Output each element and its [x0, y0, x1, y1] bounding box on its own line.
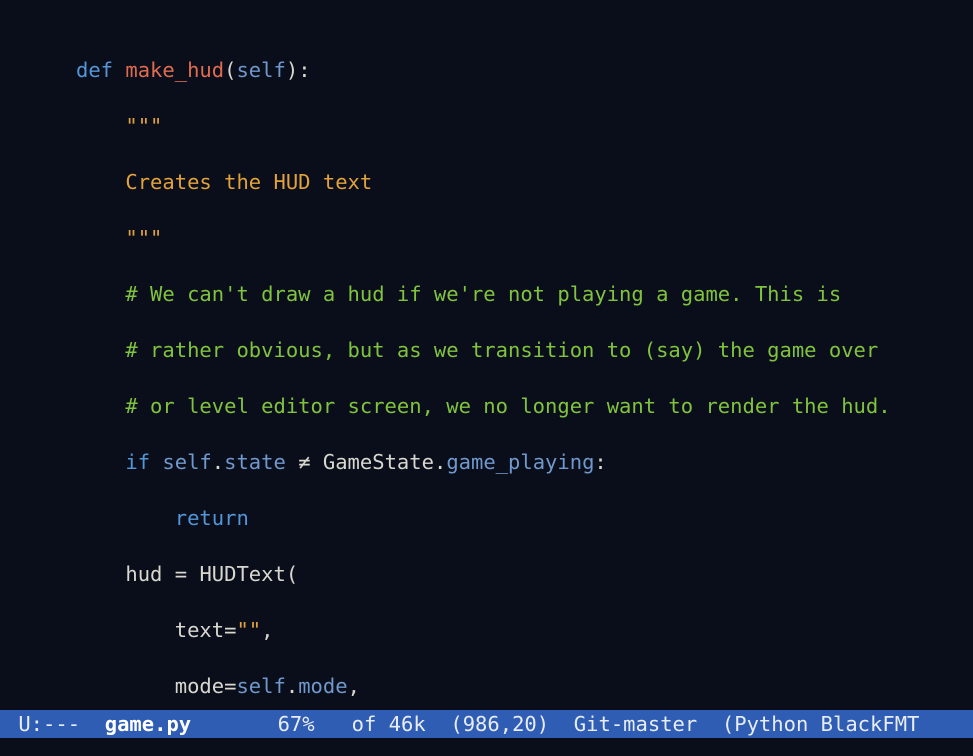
code-line: Creates the HUD text [0, 168, 973, 196]
code-line: text="", [0, 616, 973, 644]
minibuffer[interactable] [0, 738, 973, 756]
code-line: mode=self.mode, [0, 672, 973, 700]
code-line: """ [0, 112, 973, 140]
code-line: hud = HUDText( [0, 560, 973, 588]
code-line: return [0, 504, 973, 532]
code-area[interactable]: def make_hud(self): """ Creates the HUD … [0, 0, 973, 756]
modeline-status: U:--- [6, 712, 105, 736]
code-line: # We can't draw a hud if we're not playi… [0, 280, 973, 308]
modeline-modes: (Python BlackFMT [697, 712, 919, 736]
code-line: """ [0, 224, 973, 252]
modeline-percent: 67% [278, 712, 315, 736]
mode-line[interactable]: U:--- game.py 67% of 46k (986,20) Git-ma… [0, 710, 973, 738]
code-line: if self.state ≠ GameState.game_playing: [0, 448, 973, 476]
modeline-size: of 46k [315, 712, 426, 736]
code-line: # or level editor screen, we no longer w… [0, 392, 973, 420]
modeline-position: (986,20) [426, 712, 549, 736]
code-line: def make_hud(self): [0, 56, 973, 84]
code-line: # rather obvious, but as we transition t… [0, 336, 973, 364]
modeline-filename: game.py [105, 712, 191, 736]
modeline-git: Git-master [549, 712, 697, 736]
editor-pane[interactable]: def make_hud(self): """ Creates the HUD … [0, 0, 973, 756]
